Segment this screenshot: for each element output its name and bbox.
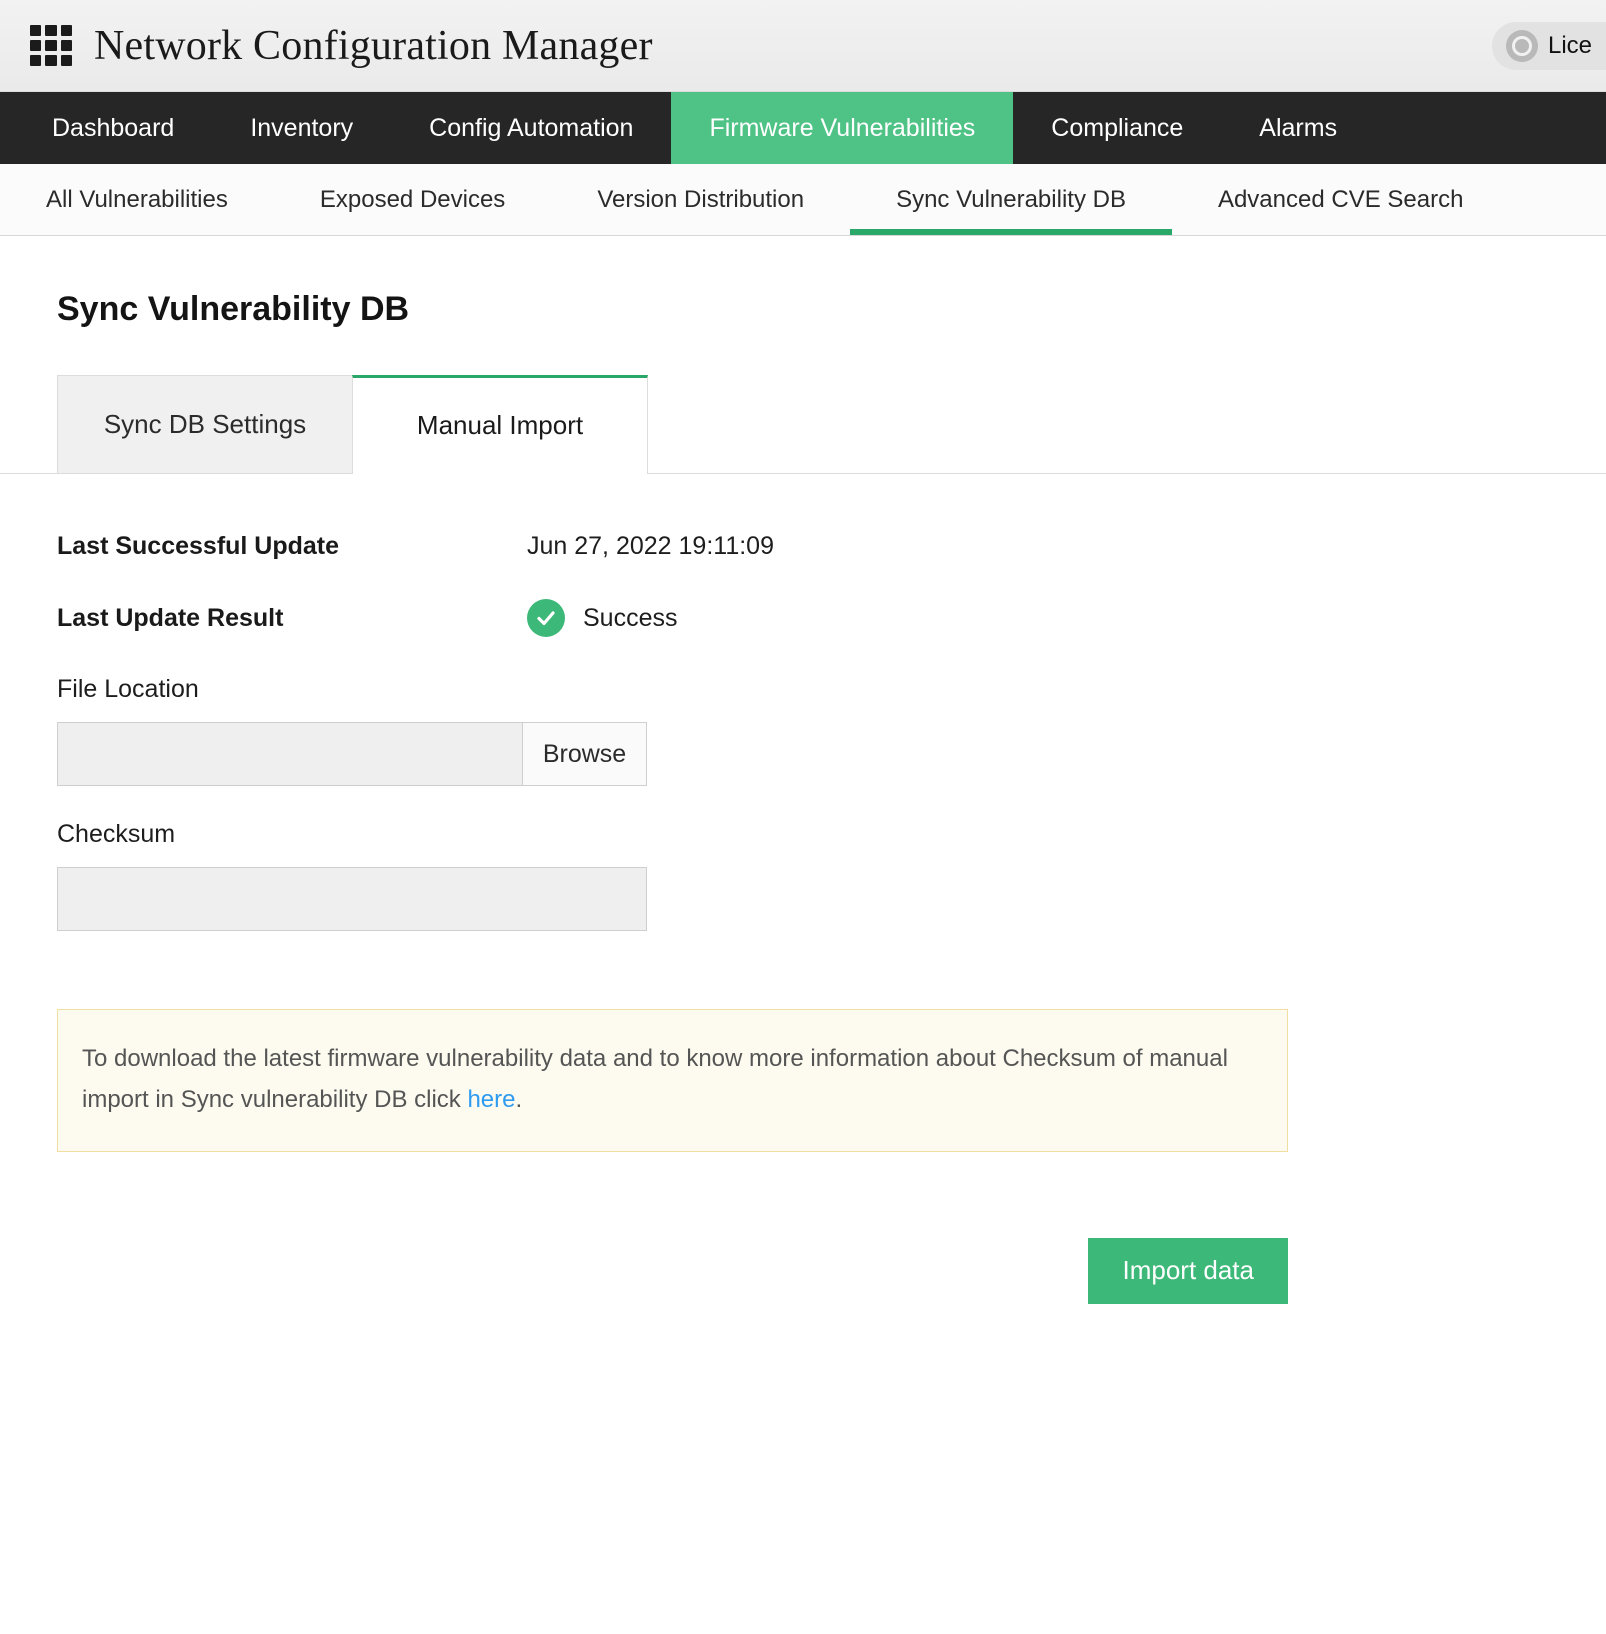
tab-manual-import[interactable]: Manual Import <box>352 375 648 474</box>
sub-navigation: All Vulnerabilities Exposed Devices Vers… <box>0 164 1606 236</box>
value-last-update-result-wrapper: Success <box>527 599 677 637</box>
subnav-item-version-distribution[interactable]: Version Distribution <box>551 164 850 235</box>
apps-grid-icon[interactable] <box>30 24 72 67</box>
field-file-location: File Location Browse <box>57 675 1606 786</box>
subnav-item-exposed-devices[interactable]: Exposed Devices <box>274 164 551 235</box>
note-text-after-link: . <box>515 1086 523 1114</box>
app-header: Network Configuration Manager Lice <box>0 0 1606 92</box>
label-last-successful-update: Last Successful Update <box>57 532 340 560</box>
nav-item-config-automation[interactable]: Config Automation <box>391 92 671 164</box>
subnav-item-sync-vulnerability-db[interactable]: Sync Vulnerability DB <box>850 164 1172 235</box>
nav-item-inventory[interactable]: Inventory <box>212 92 391 164</box>
nav-item-dashboard[interactable]: Dashboard <box>14 92 212 164</box>
note-here-link[interactable]: here <box>467 1086 515 1113</box>
nav-left-spacer <box>0 92 14 164</box>
file-location-input-row: Browse <box>57 722 647 786</box>
subnav-item-all-vulnerabilities[interactable]: All Vulnerabilities <box>0 164 274 235</box>
license-pill[interactable]: Lice <box>1492 22 1606 70</box>
license-label: Lice <box>1548 32 1593 59</box>
tab-sync-db-settings[interactable]: Sync DB Settings <box>57 375 353 473</box>
import-data-button[interactable]: Import data <box>1088 1237 1288 1304</box>
status-badge: Success <box>583 603 678 632</box>
note-text-before-link: To download the latest firmware vulnerab… <box>82 1045 1228 1114</box>
nav-item-firmware-vulnerabilities[interactable]: Firmware Vulnerabilities <box>671 92 1014 164</box>
row-last-successful-update: Last Successful Update Jun 27, 2022 19:1… <box>57 532 1606 561</box>
license-badge-icon <box>1506 30 1538 62</box>
main-navigation: Dashboard Inventory Config Automation Fi… <box>0 92 1606 164</box>
tab-strip: Sync DB Settings Manual Import <box>0 375 1606 474</box>
label-checksum: Checksum <box>57 820 176 848</box>
subnav-item-advanced-cve-search[interactable]: Advanced CVE Search <box>1172 164 1509 235</box>
label-last-update-result: Last Update Result <box>57 603 284 632</box>
browse-button[interactable]: Browse <box>523 722 647 786</box>
app-title: Network Configuration Manager <box>94 22 653 69</box>
value-last-successful-update: Jun 27, 2022 19:11:09 <box>527 532 774 560</box>
manual-import-form: Last Successful Update Jun 27, 2022 19:1… <box>0 474 1606 1304</box>
page-title: Sync Vulnerability DB <box>57 290 410 328</box>
page-content: Sync Vulnerability DB Sync DB Settings M… <box>0 290 1606 1304</box>
nav-item-alarms[interactable]: Alarms <box>1221 92 1375 164</box>
action-row: Import data <box>57 1237 1288 1304</box>
label-file-location: File Location <box>57 675 199 703</box>
file-location-input[interactable] <box>57 722 523 786</box>
field-checksum: Checksum <box>57 820 1606 931</box>
info-note-box: To download the latest firmware vulnerab… <box>57 1009 1288 1152</box>
row-last-update-result: Last Update Result Success <box>57 599 1606 637</box>
nav-item-compliance[interactable]: Compliance <box>1013 92 1221 164</box>
check-circle-icon <box>527 599 565 637</box>
checksum-input[interactable] <box>57 867 647 931</box>
